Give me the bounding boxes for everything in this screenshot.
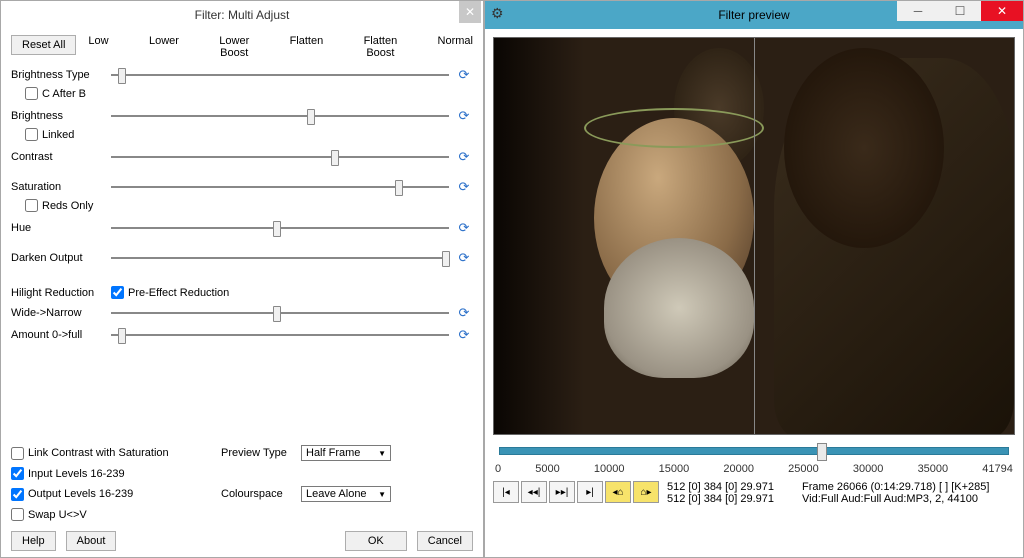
brightness-label: Brightness bbox=[11, 110, 111, 122]
radio-flatten[interactable]: Flatten bbox=[290, 35, 324, 59]
brightness-type-label: Brightness Type bbox=[11, 69, 111, 81]
linked-checkbox[interactable]: Linked bbox=[25, 128, 473, 141]
contrast-label: Contrast bbox=[11, 151, 111, 163]
wide-narrow-label: Wide->Narrow bbox=[11, 307, 111, 319]
input-levels-checkbox[interactable]: Input Levels 16-239 bbox=[11, 467, 221, 480]
hilight-reduction-label: Hilight Reduction bbox=[11, 287, 111, 299]
chevron-down-icon: ▼ bbox=[378, 449, 386, 458]
hue-slider[interactable] bbox=[111, 218, 449, 238]
window-title: Filter: Multi Adjust bbox=[195, 8, 290, 22]
radio-normal[interactable]: Normal bbox=[438, 35, 473, 59]
reset-all-button[interactable]: Reset All bbox=[11, 35, 76, 55]
scrubber-thumb[interactable] bbox=[817, 443, 827, 461]
keyframe-prev-button[interactable]: ◂⌂ bbox=[605, 481, 631, 503]
pre-effect-checkbox[interactable]: Pre-Effect Reduction bbox=[111, 286, 229, 299]
refresh-icon[interactable]: ⟳ bbox=[455, 304, 473, 322]
refresh-icon[interactable]: ⟳ bbox=[455, 219, 473, 237]
refresh-icon[interactable]: ⟳ bbox=[455, 249, 473, 267]
radio-low[interactable]: Low bbox=[88, 35, 108, 59]
amount-slider[interactable] bbox=[111, 325, 449, 345]
refresh-icon[interactable]: ⟳ bbox=[455, 107, 473, 125]
video-preview bbox=[493, 37, 1015, 435]
radio-flatten-boost[interactable]: Flatten Boost bbox=[364, 35, 398, 59]
colourspace-label: Colourspace bbox=[221, 488, 301, 500]
go-start-button[interactable]: |◂ bbox=[493, 481, 519, 503]
go-end-button[interactable]: ▸| bbox=[577, 481, 603, 503]
saturation-slider[interactable] bbox=[111, 177, 449, 197]
reds-only-checkbox[interactable]: Reds Only bbox=[25, 199, 473, 212]
refresh-icon[interactable]: ⟳ bbox=[455, 66, 473, 84]
close-icon[interactable]: ✕ bbox=[981, 1, 1023, 21]
titlebar[interactable]: ⚙ Filter preview ─ ☐ ✕ bbox=[485, 1, 1023, 29]
titlebar[interactable]: Filter: Multi Adjust ✕ bbox=[1, 1, 483, 29]
step-fwd-button[interactable]: ▸▸| bbox=[549, 481, 575, 503]
radio-lower-boost[interactable]: Lower Boost bbox=[219, 35, 249, 59]
preview-type-select[interactable]: Half Frame▼ bbox=[301, 445, 391, 461]
brightness-type-slider[interactable] bbox=[111, 65, 449, 85]
refresh-icon[interactable]: ⟳ bbox=[455, 326, 473, 344]
cancel-button[interactable]: Cancel bbox=[417, 531, 473, 551]
darken-output-slider[interactable] bbox=[111, 248, 449, 268]
chevron-down-icon: ▼ bbox=[378, 490, 386, 499]
colourspace-select[interactable]: Leave Alone▼ bbox=[301, 486, 391, 502]
timeline-scrubber[interactable] bbox=[493, 443, 1015, 461]
link-contrast-checkbox[interactable]: Link Contrast with Saturation bbox=[11, 447, 221, 460]
timeline-ticks: 0 5000 10000 15000 20000 25000 30000 350… bbox=[493, 463, 1015, 475]
contrast-slider[interactable] bbox=[111, 147, 449, 167]
saturation-label: Saturation bbox=[11, 181, 111, 193]
step-back-button[interactable]: ◂◂| bbox=[521, 481, 547, 503]
darken-output-label: Darken Output bbox=[11, 252, 111, 264]
wide-narrow-slider[interactable] bbox=[111, 303, 449, 323]
maximize-icon[interactable]: ☐ bbox=[939, 1, 981, 21]
status-text: 512 [0] 384 [0] 29.971Frame 26066 (0:14:… bbox=[667, 481, 989, 505]
window-title: Filter preview bbox=[718, 8, 789, 22]
app-icon: ⚙ bbox=[491, 5, 504, 22]
ok-button[interactable]: OK bbox=[345, 531, 407, 551]
swap-uv-checkbox[interactable]: Swap U<>V bbox=[11, 508, 221, 521]
brightness-type-radio-group: Low Lower Lower Boost Flatten Flatten Bo… bbox=[76, 35, 473, 59]
amount-label: Amount 0->full bbox=[11, 329, 111, 341]
output-levels-checkbox[interactable]: Output Levels 16-239 bbox=[11, 488, 221, 501]
filter-settings-window: Filter: Multi Adjust ✕ Reset All Low Low… bbox=[0, 0, 484, 558]
hue-label: Hue bbox=[11, 222, 111, 234]
about-button[interactable]: About bbox=[66, 531, 117, 551]
split-divider bbox=[754, 38, 755, 434]
refresh-icon[interactable]: ⟳ bbox=[455, 178, 473, 196]
c-after-b-checkbox[interactable]: C After B bbox=[25, 87, 473, 100]
brightness-slider[interactable] bbox=[111, 106, 449, 126]
keyframe-next-button[interactable]: ⌂▸ bbox=[633, 481, 659, 503]
help-button[interactable]: Help bbox=[11, 531, 56, 551]
filter-preview-window: ⚙ Filter preview ─ ☐ ✕ 0 5000 10000 1500… bbox=[484, 0, 1024, 558]
close-icon[interactable]: ✕ bbox=[459, 1, 481, 23]
refresh-icon[interactable]: ⟳ bbox=[455, 148, 473, 166]
preview-type-label: Preview Type bbox=[221, 447, 301, 459]
minimize-icon[interactable]: ─ bbox=[897, 1, 939, 21]
radio-lower[interactable]: Lower bbox=[149, 35, 179, 59]
